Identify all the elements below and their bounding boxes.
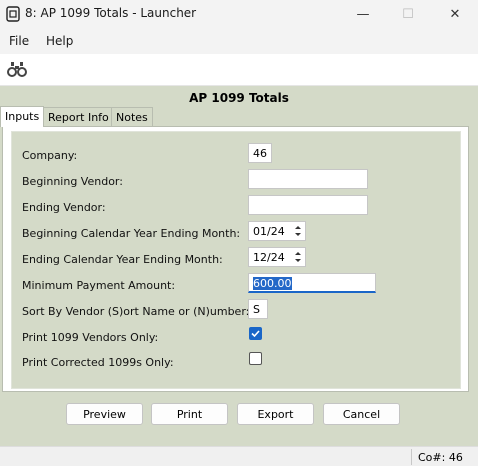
minimum-payment-input[interactable]: 600.00 bbox=[248, 273, 376, 293]
print-button[interactable]: Print bbox=[151, 403, 228, 425]
company-input[interactable]: 46 bbox=[248, 143, 272, 163]
company-label: Company: bbox=[22, 149, 78, 162]
preview-button[interactable]: Preview bbox=[66, 403, 143, 425]
sort-by-input[interactable]: S bbox=[248, 299, 268, 319]
ending-month-value: 12/24 bbox=[253, 251, 285, 264]
tab-report-info[interactable]: Report Info bbox=[43, 107, 114, 126]
ending-vendor-label: Ending Vendor: bbox=[22, 201, 106, 214]
title-bar: 8: AP 1099 Totals - Launcher — ☐ ✕ bbox=[0, 0, 478, 28]
beginning-month-label: Beginning Calendar Year Ending Month: bbox=[22, 227, 241, 240]
print-corrected-checkbox[interactable] bbox=[249, 352, 262, 365]
window-title: 8: AP 1099 Totals - Launcher bbox=[25, 6, 197, 20]
ending-vendor-input[interactable] bbox=[248, 195, 368, 215]
menu-bar: File Help bbox=[0, 28, 478, 54]
main-form-area: AP 1099 Totals Inputs Report Info Notes … bbox=[0, 86, 478, 446]
toolbar bbox=[0, 54, 478, 86]
ending-month-label: Ending Calendar Year Ending Month: bbox=[22, 253, 223, 266]
export-button[interactable]: Export bbox=[237, 403, 314, 425]
print-1099-only-checkbox[interactable] bbox=[249, 327, 262, 340]
ending-month-spinner[interactable]: 12/24 bbox=[248, 247, 306, 267]
beginning-month-value: 01/24 bbox=[253, 225, 285, 238]
spinner-arrows-icon[interactable] bbox=[292, 222, 304, 240]
status-divider bbox=[411, 449, 412, 465]
minimize-button[interactable]: — bbox=[341, 0, 385, 28]
app-icon bbox=[6, 6, 20, 22]
form-title: AP 1099 Totals bbox=[189, 91, 289, 105]
close-button[interactable]: ✕ bbox=[433, 0, 477, 28]
beginning-vendor-label: Beginning Vendor: bbox=[22, 175, 123, 188]
inputs-panel: Company: 46 Beginning Vendor: Ending Ven… bbox=[2, 126, 469, 392]
menu-file[interactable]: File bbox=[9, 34, 29, 48]
beginning-month-spinner[interactable]: 01/24 bbox=[248, 221, 306, 241]
minimum-payment-value: 600.00 bbox=[253, 277, 292, 290]
status-bar: Co#: 46 bbox=[0, 446, 478, 466]
minimum-payment-label: Minimum Payment Amount: bbox=[22, 279, 176, 292]
inputs-group: Company: 46 Beginning Vendor: Ending Ven… bbox=[11, 131, 461, 389]
print-1099-only-label: Print 1099 Vendors Only: bbox=[22, 331, 159, 344]
tab-notes[interactable]: Notes bbox=[111, 107, 153, 126]
binoculars-icon[interactable] bbox=[7, 61, 27, 77]
sort-by-label: Sort By Vendor (S)ort Name or (N)umber: bbox=[22, 305, 250, 318]
spinner-arrows-icon[interactable] bbox=[292, 248, 304, 266]
menu-help[interactable]: Help bbox=[46, 34, 73, 48]
beginning-vendor-input[interactable] bbox=[248, 169, 368, 189]
tab-inputs[interactable]: Inputs bbox=[0, 106, 45, 127]
status-company: Co#: 46 bbox=[418, 451, 463, 464]
print-corrected-label: Print Corrected 1099s Only: bbox=[22, 356, 174, 369]
checkmark-icon bbox=[251, 330, 260, 338]
cancel-button[interactable]: Cancel bbox=[323, 403, 400, 425]
maximize-button[interactable]: ☐ bbox=[386, 0, 430, 28]
